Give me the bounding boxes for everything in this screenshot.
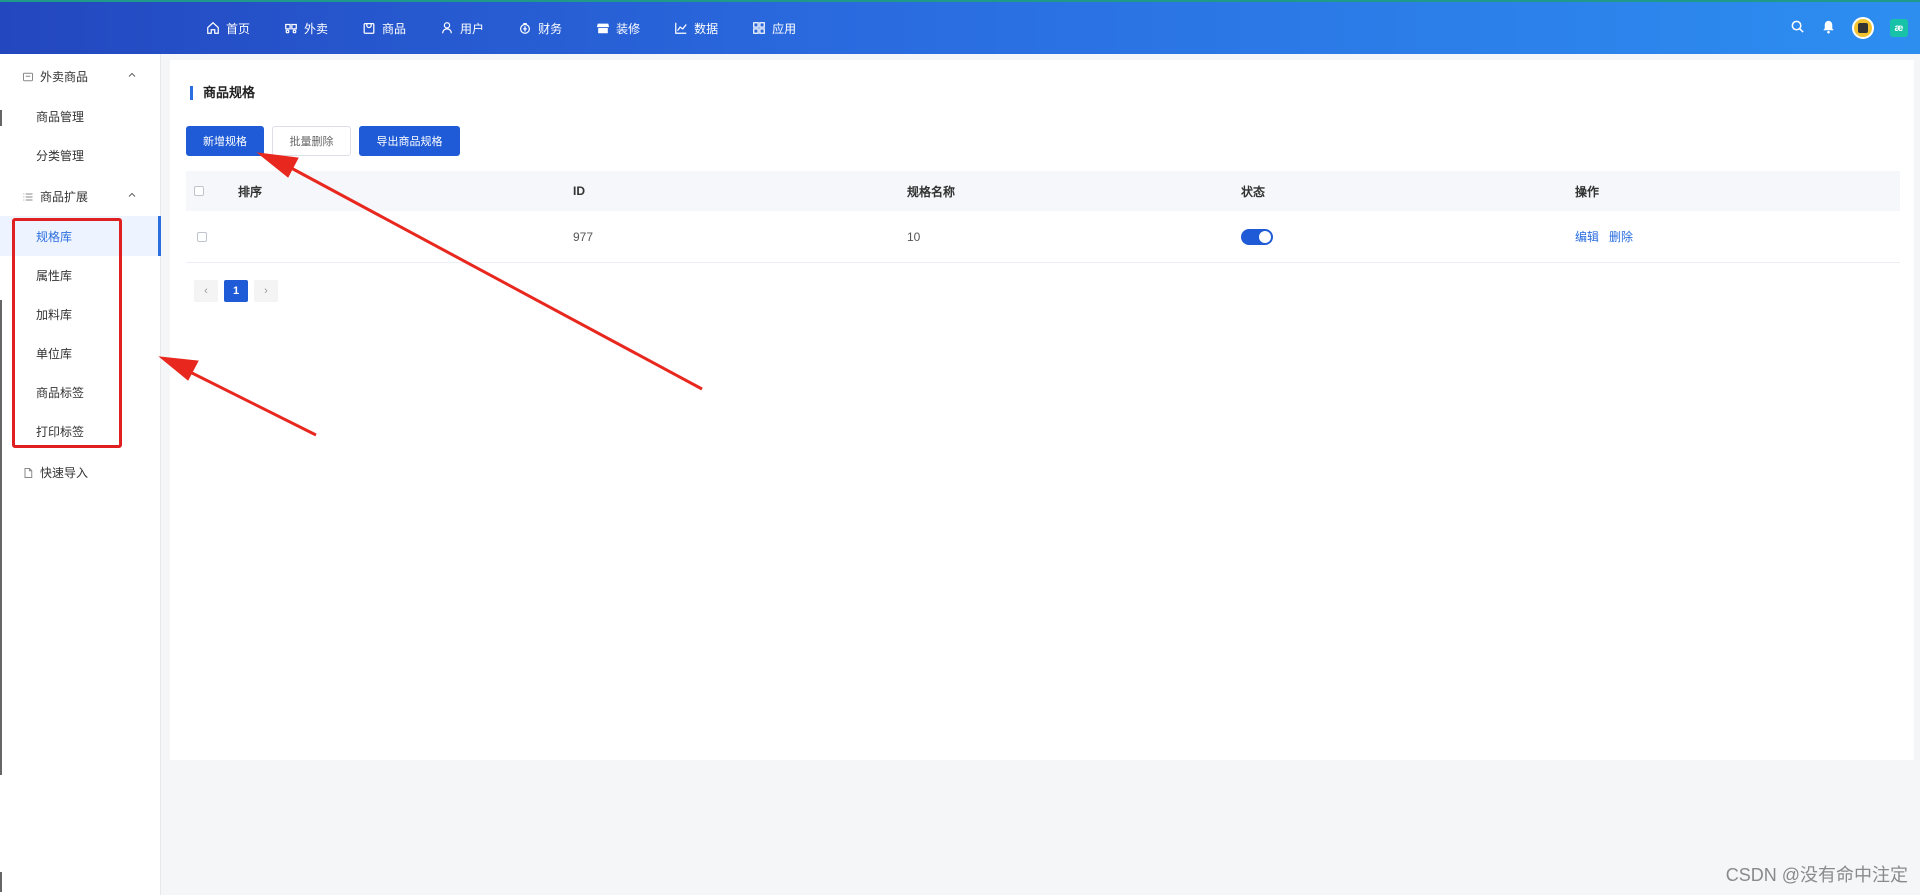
- user-icon: [442, 22, 453, 34]
- window-edge-mark: [0, 300, 2, 775]
- annotation-highlight-box: [12, 218, 122, 448]
- main-panel: 商品规格 新增规格 批量删除 导出商品规格 排序 ID 规格名称 状态 操作 9…: [170, 60, 1914, 760]
- bell-icon[interactable]: [1821, 19, 1836, 37]
- cell-actions: 编辑 删除: [1575, 211, 1643, 262]
- cell-id: 977: [573, 229, 594, 244]
- box-icon: [23, 72, 33, 81]
- avatar[interactable]: [1852, 17, 1874, 39]
- sidebar: 外卖商品 商品管理 分类管理 商品扩展 规格库 属性库 加料库 单位库 商品标签…: [0, 54, 161, 895]
- search-icon[interactable]: [1790, 19, 1805, 37]
- watermark: CSDN @没有命中注定: [1725, 865, 1908, 885]
- window-edge-mark: [0, 110, 2, 126]
- column-header-status: 状态: [1241, 184, 1266, 199]
- cell-spec-name: 10: [907, 229, 921, 244]
- chart-icon: [675, 22, 687, 34]
- nav-item-goods[interactable]: 商品: [362, 20, 406, 37]
- export-spec-button[interactable]: 导出商品规格: [359, 126, 460, 156]
- nav-item-apps[interactable]: 应用: [752, 20, 796, 37]
- row-checkbox[interactable]: [197, 211, 207, 262]
- edit-link[interactable]: 编辑: [1575, 228, 1599, 245]
- scooter-icon: [285, 23, 297, 34]
- store-icon: [596, 23, 610, 34]
- window-edge-mark: [0, 872, 2, 892]
- delete-link[interactable]: 删除: [1609, 228, 1633, 245]
- chevron-up-icon[interactable]: [126, 69, 138, 81]
- nav-item-users[interactable]: 用户: [440, 20, 484, 37]
- nav-item-finance[interactable]: 财务: [518, 20, 562, 37]
- wallet-icon: [520, 23, 531, 34]
- select-all-checkbox[interactable]: [194, 171, 204, 211]
- list-icon: [23, 193, 33, 200]
- nav-item-home[interactable]: 首页: [206, 20, 250, 37]
- add-spec-button[interactable]: 新增规格: [186, 126, 264, 156]
- sidebar-item-goods-management[interactable]: 商品管理: [36, 108, 84, 125]
- chevron-up-icon[interactable]: [126, 189, 138, 201]
- column-header-spec-name: 规格名称: [907, 184, 956, 199]
- apps-icon: [753, 22, 765, 34]
- next-page-button[interactable]: ›: [254, 280, 278, 302]
- page-title: 商品规格: [190, 86, 255, 100]
- batch-delete-button[interactable]: 批量删除: [272, 126, 351, 156]
- sidebar-item-category-management[interactable]: 分类管理: [36, 147, 84, 164]
- spec-table: 排序 ID 规格名称 状态 操作 977 10 编辑 删除: [186, 171, 1900, 263]
- sidebar-group-takeout-goods[interactable]: 外卖商品: [22, 68, 136, 85]
- prev-page-button[interactable]: ‹: [194, 280, 218, 302]
- column-header-sort: 排序: [238, 184, 263, 199]
- column-header-actions: 操作: [1575, 184, 1600, 199]
- import-icon: [24, 467, 33, 478]
- nav-item-takeout[interactable]: 外卖: [284, 20, 328, 37]
- page-number-button[interactable]: 1: [224, 280, 248, 302]
- nav-item-decoration[interactable]: 装修: [596, 20, 640, 37]
- sidebar-item-quick-import[interactable]: 快速导入: [22, 464, 88, 481]
- status-switch[interactable]: [1241, 211, 1273, 262]
- table-header: 排序 ID 规格名称 状态 操作: [186, 171, 1900, 211]
- sidebar-group-goods-extension[interactable]: 商品扩展: [22, 188, 136, 205]
- bag-icon: [363, 23, 375, 34]
- top-navbar: 首页 外卖 商品 用户 财务 装修 数据 应用 æ: [0, 0, 1920, 54]
- column-header-id: ID: [573, 184, 585, 198]
- table-row: 977 10 编辑 删除: [186, 211, 1900, 263]
- pagination: ‹ 1 ›: [194, 280, 278, 302]
- topbar-actions: æ: [1790, 2, 1908, 54]
- main-nav: 首页 外卖 商品 用户 财务 装修 数据 应用: [206, 2, 830, 54]
- brand-logo-icon[interactable]: æ: [1890, 19, 1908, 37]
- nav-item-data[interactable]: 数据: [674, 20, 718, 37]
- home-icon: [207, 21, 219, 34]
